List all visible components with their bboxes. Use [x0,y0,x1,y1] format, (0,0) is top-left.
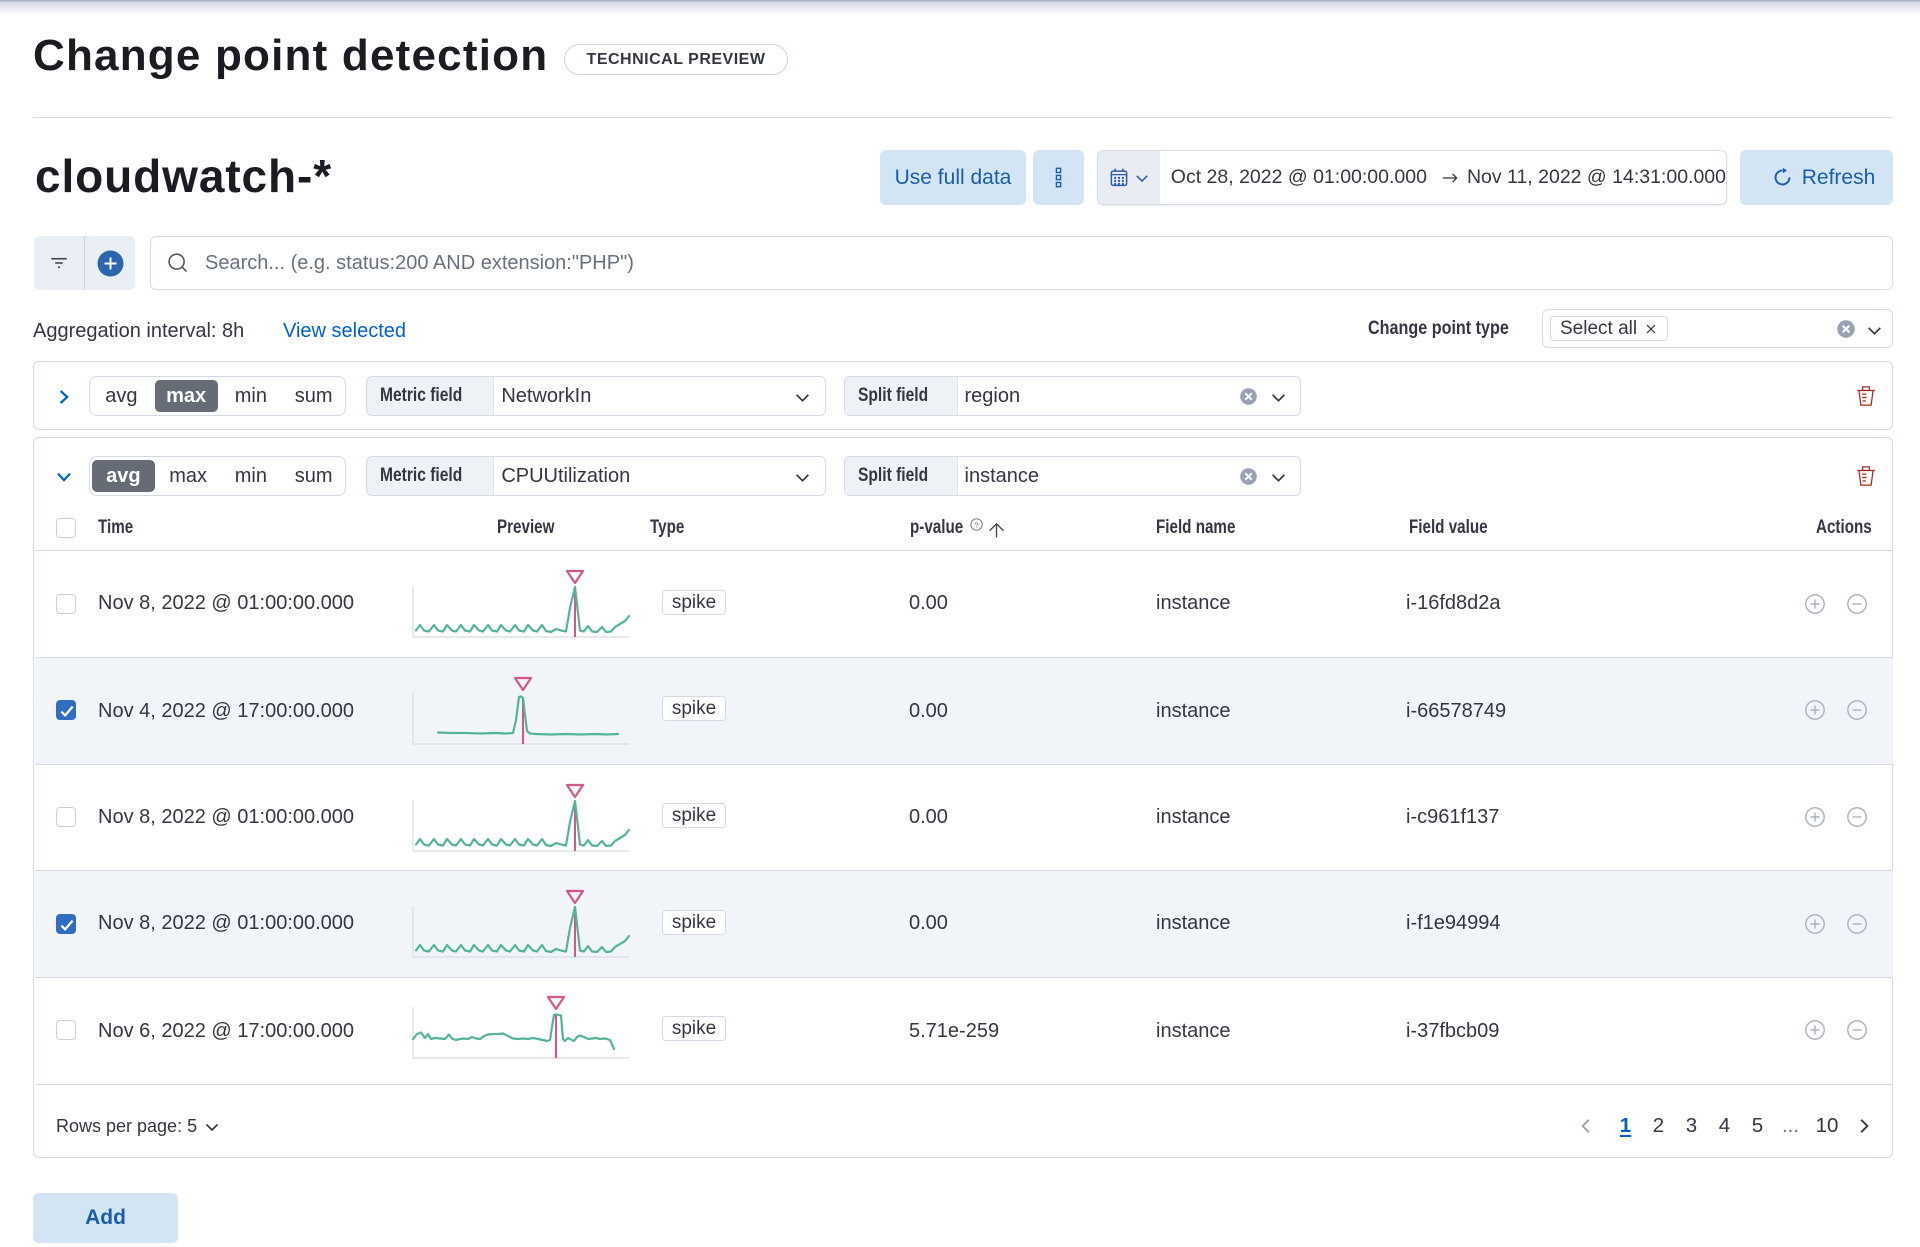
svg-text:?: ? [974,520,978,529]
